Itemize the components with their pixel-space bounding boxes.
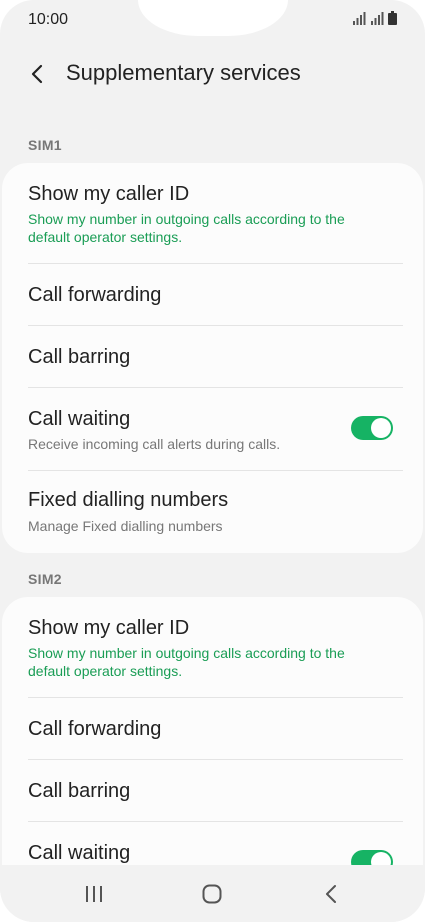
row-title: Call barring [28,780,131,802]
call-waiting-toggle[interactable] [351,416,393,440]
row-title: Call forwarding [28,718,162,740]
sim1-call-barring[interactable]: Call barring [2,326,423,387]
sim2-call-forwarding[interactable]: Call forwarding [2,698,423,759]
page-title: Supplementary services [66,60,301,85]
signal-sim2-icon [371,12,384,25]
row-subtitle: Manage Fixed dialling numbers [28,518,223,534]
row-title: Call waiting [28,842,131,864]
navigation-bar [0,865,425,922]
sim2-card: Show my caller ID Show my number in outg… [2,597,423,897]
section-label-sim2: SIM2 [28,571,62,587]
row-subtitle: Receive incoming call alerts during call… [28,436,281,452]
section-label-sim1: SIM1 [28,137,62,153]
sim1-show-caller-id[interactable]: Show my caller ID Show my number in outg… [2,163,423,263]
signal-sim1-icon [353,12,366,25]
row-title: Show my caller ID [28,617,190,639]
sim2-call-barring[interactable]: Call barring [2,760,423,821]
recents-icon[interactable] [82,883,106,905]
toggle-knob [371,418,391,438]
sim1-fixed-dialling-numbers[interactable]: Fixed dialling numbers Manage Fixed dial… [2,471,423,553]
row-subtitle: Show my number in outgoing calls accordi… [28,211,345,245]
phone-screen: 10:00 Supplementary services SIM1 Show m… [0,0,425,922]
row-title: Fixed dialling numbers [28,489,229,511]
battery-icon [388,11,397,25]
status-icons [352,11,397,25]
app-bar: Supplementary services [0,50,425,98]
sim1-card: Show my caller ID Show my number in outg… [2,163,423,553]
back-icon[interactable] [320,883,344,905]
row-subtitle: Show my number in outgoing calls accordi… [28,645,345,679]
sim1-call-forwarding[interactable]: Call forwarding [2,264,423,325]
home-icon[interactable] [200,883,224,905]
row-title: Call barring [28,346,131,368]
row-title: Show my caller ID [28,183,190,205]
status-time: 10:00 [28,11,69,28]
row-title: Call waiting [28,408,131,430]
row-title: Call forwarding [28,284,162,306]
camera-notch [137,0,288,36]
back-arrow-icon[interactable] [26,62,50,86]
sim2-show-caller-id[interactable]: Show my caller ID Show my number in outg… [2,597,423,697]
sim1-call-waiting[interactable]: Call waiting Receive incoming call alert… [2,388,423,470]
